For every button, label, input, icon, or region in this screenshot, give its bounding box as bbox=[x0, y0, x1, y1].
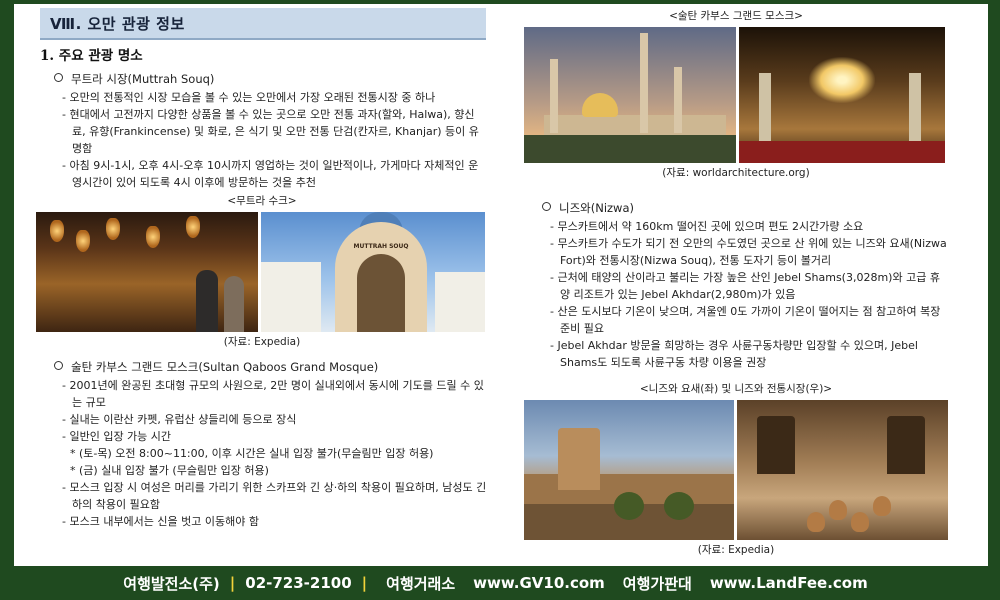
mosque-bullet-3: - 일반인 입장 가능 시간 bbox=[62, 430, 172, 443]
door-shape bbox=[756, 416, 795, 474]
lamp-shape bbox=[106, 218, 120, 240]
fort-tower-shape bbox=[558, 428, 600, 490]
nizwa-bullet-5: - Jebel Akhdar 방문을 희망하는 경우 사륜구동차량만 입장할 수… bbox=[550, 339, 918, 369]
footer-separator: | bbox=[361, 574, 368, 592]
section-title-bar: Ⅷ. 오만 관광 정보 bbox=[40, 8, 486, 40]
nizwa-bullet-4: - 산은 도시보다 기온이 낮으며, 겨울엔 0도 가까이 기온이 떨어지는 점… bbox=[550, 305, 941, 335]
pot-shape bbox=[872, 496, 891, 516]
muttrah-photo-caption: <무트라 수크> bbox=[227, 195, 297, 207]
pot-shape bbox=[806, 512, 825, 532]
mosque-sub-bullet-1: * (토-목) 오전 8:00~11:00, 이후 시간은 실내 입장 불가(무… bbox=[70, 447, 434, 460]
ground-shape bbox=[524, 135, 736, 163]
person-shape bbox=[196, 270, 218, 332]
carpet-shape bbox=[739, 141, 945, 163]
page-frame: Ⅷ. 오만 관광 정보 1. 주요 관광 명소 무트라 시장(Muttrah S… bbox=[0, 0, 1000, 600]
nizwa-title: 니즈와(Nizwa) bbox=[542, 200, 948, 217]
nizwa-bullet-2: - 무스카트가 수도가 되기 전 오만의 수도였던 곳으로 산 위에 있는 니즈… bbox=[550, 237, 947, 267]
minaret-shape bbox=[674, 67, 682, 133]
lamp-shape bbox=[76, 230, 90, 252]
mosque-bullet-4: - 모스크 입장 시 여성은 머리를 가리기 위한 스카프와 긴 상·하의 착용… bbox=[62, 481, 487, 511]
footer-phone: 02-723-2100 bbox=[245, 574, 352, 592]
pot-shape bbox=[850, 512, 869, 532]
footer-site-2[interactable]: www.LandFee.com bbox=[710, 574, 868, 592]
nizwa-fort-photo bbox=[524, 400, 734, 540]
gate-arch-shape bbox=[357, 254, 405, 332]
circle-bullet-icon bbox=[54, 73, 63, 82]
muttrah-bullet-1: - 오만의 전통적인 시장 모습을 볼 수 있는 오만에서 가장 오래된 전통시… bbox=[62, 91, 436, 104]
mosque-sub-bullet-2: * (금) 실내 입장 불가 (무슬림만 입장 허용) bbox=[70, 464, 269, 477]
mosque-exterior-photo bbox=[524, 27, 736, 163]
souq-gate-photo: MUTTRAH SOUQ bbox=[261, 212, 485, 332]
nizwa-souq-photo bbox=[736, 400, 948, 540]
right-column: <술탄 카부스 그랜드 모스크> (자료: worldarchitecture.… bbox=[524, 4, 948, 561]
mosque-dome-shape bbox=[582, 93, 618, 117]
footer-label-2: 여행가판대 bbox=[622, 574, 692, 593]
mosque-title: 술탄 카부스 그랜드 모스크(Sultan Qaboos Grand Mosqu… bbox=[54, 359, 488, 376]
footer-bar: 여행발전소(주) | 02-723-2100 | 여행거래소 www.GV10.… bbox=[0, 566, 1000, 600]
muttrah-photo-source: (자료: Expedia) bbox=[223, 336, 301, 348]
nizwa-photo-source: (자료: Expedia) bbox=[697, 544, 775, 556]
chandelier-shape bbox=[809, 57, 875, 103]
muttrah-bullet-3: - 아침 9시-1시, 오후 4시-오후 10시까지 영업하는 것이 일반적이나… bbox=[62, 159, 479, 189]
mosque-bullet-5: - 모스크 내부에서는 신을 벗고 이동해야 함 bbox=[62, 515, 259, 528]
document-page: Ⅷ. 오만 관광 정보 1. 주요 관광 명소 무트라 시장(Muttrah S… bbox=[14, 4, 988, 566]
mosque-photos bbox=[524, 27, 948, 163]
footer-label-1: 여행거래소 bbox=[386, 574, 456, 593]
palm-shape bbox=[664, 492, 694, 520]
nizwa-photos bbox=[524, 400, 948, 540]
souq-interior-photo bbox=[36, 212, 258, 332]
lamp-shape bbox=[186, 216, 200, 238]
muttrah-title: 무트라 시장(Muttrah Souq) bbox=[54, 71, 488, 88]
mosque-bullet-1: - 2001년에 완공된 초대형 규모의 사원으로, 2만 명이 실내외에서 동… bbox=[62, 379, 484, 409]
muttrah-bullet-2: - 현대에서 고전까지 다양한 상품을 볼 수 있는 곳으로 오만 전통 과자(… bbox=[62, 108, 479, 155]
main-heading: 1. 주요 관광 명소 bbox=[40, 48, 143, 64]
section-title: Ⅷ. 오만 관광 정보 bbox=[50, 14, 185, 33]
mosque-base-shape bbox=[544, 115, 726, 135]
left-column: 1. 주요 관광 명소 무트라 시장(Muttrah Souq) - 오만의 전… bbox=[36, 48, 488, 530]
muttrah-photos: MUTTRAH SOUQ bbox=[36, 212, 488, 332]
mosque-interior-photo bbox=[739, 27, 945, 163]
footer-company: 여행발전소(주) bbox=[123, 574, 220, 593]
lamp-shape bbox=[50, 220, 64, 242]
footer-separator: | bbox=[229, 574, 236, 592]
door-shape bbox=[886, 416, 925, 474]
mosque-photo-source: (자료: worldarchitecture.org) bbox=[662, 167, 810, 179]
nizwa-bullet-3: - 근처에 태양의 산이라고 불리는 가장 높은 산인 Jebel Shams(… bbox=[550, 271, 940, 301]
mosque-photo-caption: <술탄 카부스 그랜드 모스크> bbox=[669, 10, 803, 22]
footer-site-1[interactable]: www.GV10.com bbox=[473, 574, 605, 592]
person-shape bbox=[224, 276, 244, 332]
building-shape bbox=[261, 262, 321, 332]
gate-sign: MUTTRAH SOUQ bbox=[353, 243, 409, 250]
palm-shape bbox=[614, 492, 644, 520]
circle-bullet-icon bbox=[54, 361, 63, 370]
minaret-shape bbox=[640, 33, 648, 133]
mosque-bullet-2: - 실내는 이란산 카펫, 유럽산 샹들리에 등으로 장식 bbox=[62, 413, 297, 426]
nizwa-photo-caption: <니즈와 요새(좌) 및 니즈와 전통시장(우)> bbox=[639, 383, 833, 395]
building-shape bbox=[435, 272, 485, 332]
circle-bullet-icon bbox=[542, 202, 551, 211]
lamp-shape bbox=[146, 226, 160, 248]
nizwa-bullet-1: - 무스카트에서 약 160km 떨어진 곳에 있으며 편도 2시간가량 소요 bbox=[550, 220, 864, 233]
pot-shape bbox=[828, 500, 847, 520]
minaret-shape bbox=[550, 59, 558, 133]
